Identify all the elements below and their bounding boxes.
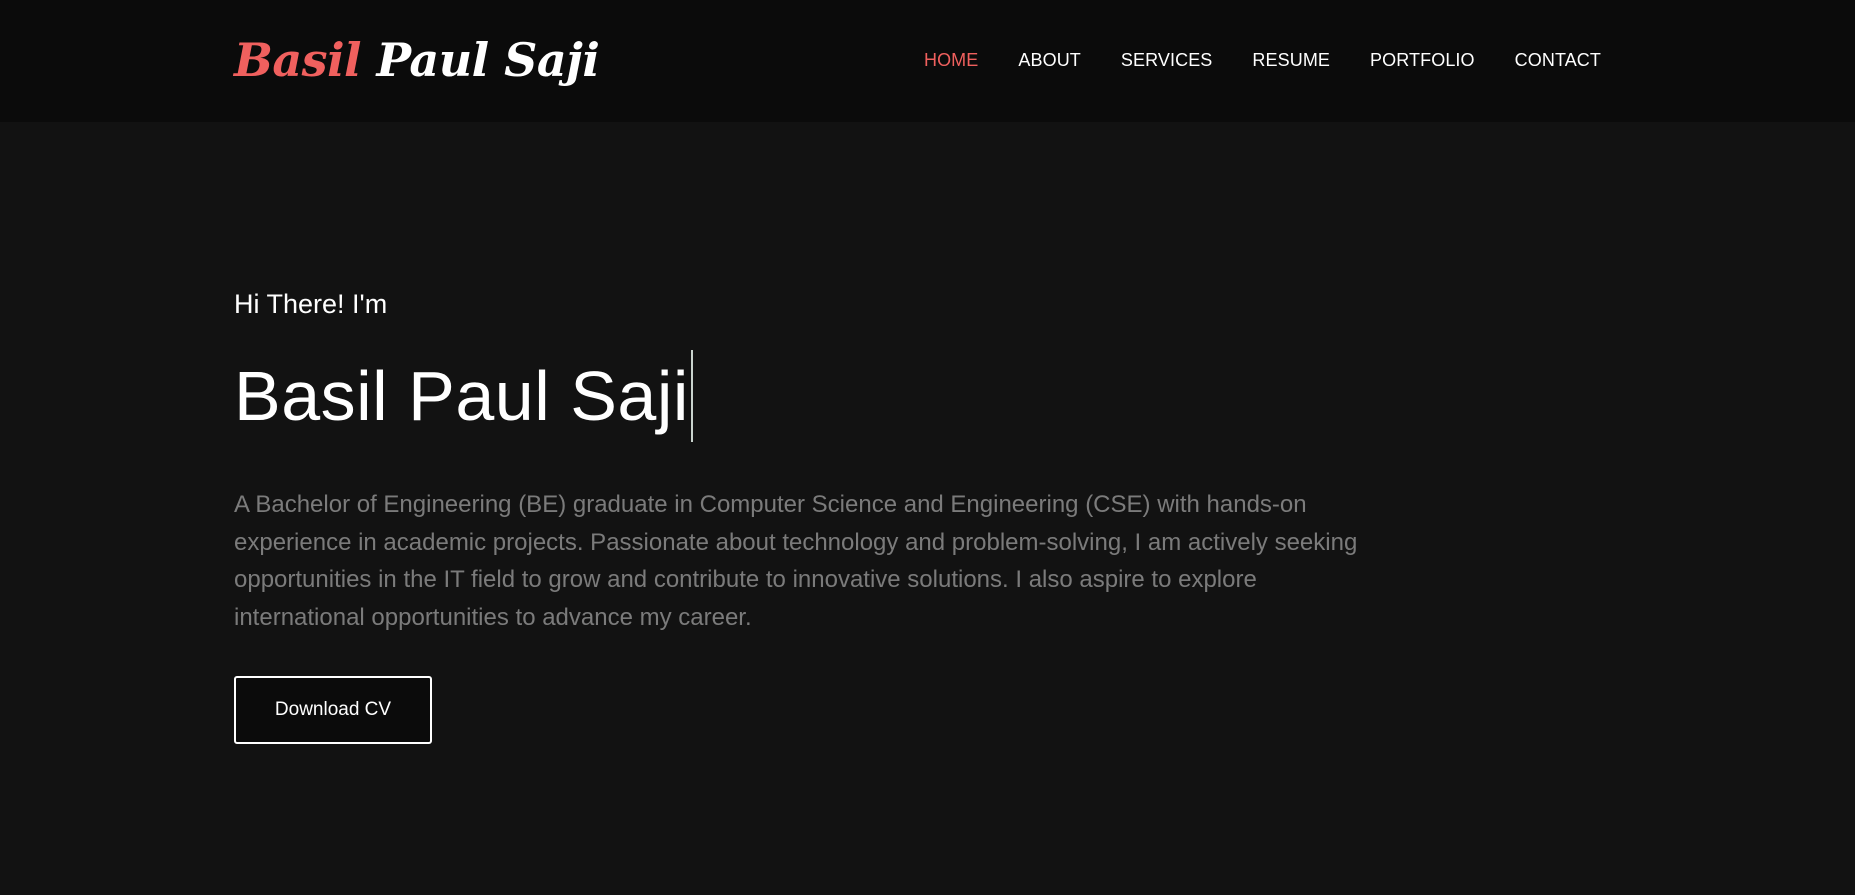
navbar: Basil Paul Saji HOME ABOUT SERVICES RESU… — [0, 0, 1855, 122]
brand-last-name: Paul Saji — [361, 33, 600, 87]
typing-cursor — [690, 350, 693, 442]
hero-bio: A Bachelor of Engineering (BE) graduate … — [234, 491, 1358, 631]
nav-link-home[interactable]: HOME — [924, 50, 978, 70]
nav-link-resume[interactable]: RESUME — [1252, 50, 1330, 70]
nav-item-services: SERVICES — [1121, 49, 1213, 71]
main-nav: HOME ABOUT SERVICES RESUME PORTFOLIO CON… — [924, 49, 1601, 71]
nav-link-portfolio[interactable]: PORTFOLIO — [1370, 50, 1475, 70]
nav-item-about: ABOUT — [1018, 49, 1081, 71]
download-cv-button[interactable]: Download CV — [234, 676, 432, 744]
nav-item-home: HOME — [924, 49, 978, 71]
nav-link-about[interactable]: ABOUT — [1018, 50, 1081, 70]
nav-link-services[interactable]: SERVICES — [1121, 50, 1213, 70]
hero-name-line: Basil Paul Saji — [234, 350, 1414, 442]
hero-name: Basil Paul Saji — [234, 357, 689, 435]
nav-link-contact[interactable]: CONTACT — [1515, 50, 1601, 70]
brand-first-name: Basil — [234, 33, 362, 87]
nav-item-resume: RESUME — [1252, 49, 1330, 71]
nav-item-portfolio: PORTFOLIO — [1370, 49, 1475, 71]
nav-item-contact: CONTACT — [1515, 49, 1601, 71]
hero-greeting: Hi There! I'm — [234, 289, 388, 319]
hero-section: Hi There! I'm Basil Paul Saji A Bachelor… — [234, 284, 1414, 744]
brand-logo[interactable]: Basil Paul Saji — [234, 28, 600, 92]
